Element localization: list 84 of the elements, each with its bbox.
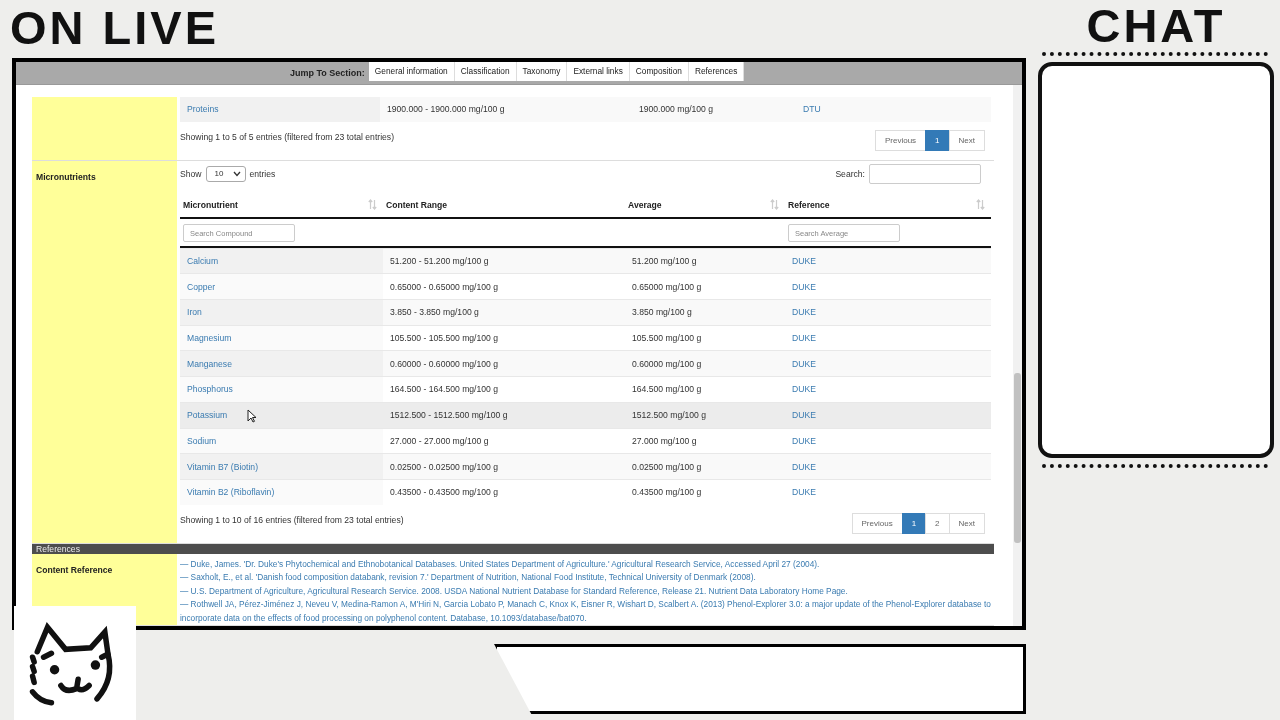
column-header[interactable]: Average xyxy=(625,192,785,217)
entries-label: entries xyxy=(249,168,276,179)
table-cell: 3.850 mg/100 g xyxy=(632,307,692,318)
table-info: Showing 1 to 10 of 16 entries (filtered from 23 total entries) xyxy=(180,514,404,525)
table-cell: 27.000 mg/100 g xyxy=(632,435,697,446)
table-cell: 0.65000 - 0.65000 mg/100 g xyxy=(390,281,498,292)
search-field[interactable] xyxy=(869,163,981,184)
reference-link[interactable]: — Duke, James. 'Dr. Duke's Phytochemical and Ethnobotanical Databases. United States Department of Agriculture.' Agricultural Research Service, Accessed April 27 (2004). xyxy=(180,557,991,572)
section-link[interactable]: Taxonomy xyxy=(516,62,568,81)
reference-link[interactable]: DUKE xyxy=(792,461,816,472)
compound-link[interactable]: Vitamin B7 (Biotin) xyxy=(187,461,258,472)
section-link[interactable]: Composition xyxy=(629,62,689,81)
table-cell: 51.200 - 51.200 mg/100 g xyxy=(390,256,489,267)
table-cell: 3.850 - 3.850 mg/100 g xyxy=(390,307,479,318)
table-cell: 1512.500 - 1512.500 mg/100 g xyxy=(390,410,508,421)
scrollbar-thumb[interactable] xyxy=(1014,373,1021,543)
table-cell: 0.65000 mg/100 g xyxy=(632,281,702,292)
reference-link[interactable]: — U.S. Department of Agriculture, Agricultural Research Service. 2008. USDA National Nutrient Database for Standard Reference, Release 21. Nutrient Data Laboratory Home Page. xyxy=(180,584,991,599)
reference-link[interactable]: — Saxholt, E., et al. 'Danish food composition databank, revision 7.' Department of Nutrition, National Food Institute, Technical University of Denmark (2008). xyxy=(180,571,991,585)
reference-link[interactable]: DUKE xyxy=(792,435,816,446)
column-header[interactable]: Reference xyxy=(785,192,991,217)
table-cell: 0.60000 - 0.60000 mg/100 g xyxy=(390,358,498,369)
page-button[interactable]: 2 xyxy=(925,513,950,535)
compound-link[interactable]: Iron xyxy=(187,307,202,318)
table-cell: 105.500 mg/100 g xyxy=(632,333,702,344)
page-button[interactable]: Previous xyxy=(874,130,927,152)
table-cell: 0.60000 mg/100 g xyxy=(632,358,702,369)
table-cell: 164.500 mg/100 g xyxy=(632,384,702,395)
column-header[interactable]: Micronutrient xyxy=(180,192,383,217)
page-button[interactable]: Previous xyxy=(851,513,903,535)
reference-link[interactable]: DUKE xyxy=(792,358,816,369)
table-cell: 1900.000 - 1900.000 mg/100 g xyxy=(387,104,505,115)
reference-link[interactable]: DUKE xyxy=(792,333,816,344)
section-label: Content Reference xyxy=(36,564,113,575)
cursor-icon xyxy=(247,409,257,423)
section-header: References xyxy=(36,543,80,554)
section-label: Micronutrients xyxy=(36,171,96,182)
chat-title: CHAT xyxy=(1085,0,1227,46)
table-cell: 105.500 - 105.500 mg/100 g xyxy=(390,333,498,344)
table-cell: 1900.000 mg/100 g xyxy=(639,104,714,115)
compound-link[interactable]: Proteins xyxy=(187,104,219,115)
reference-link[interactable]: DTU xyxy=(803,104,821,115)
jump-label: Jump To Section: xyxy=(290,68,365,78)
scrollbar[interactable] xyxy=(1013,85,1022,626)
reference-link[interactable]: — Rothwell JA, Pérez-Jiménez J, Neveu V, Medina-Ramon A, M'Hiri N, Garcia Lobato P, Manach C, Knox K, Eisner R, Wishart D, Scalbert A. (2013) Phenol-Explorer 3.0: a major update of the Phenol-Explorer database to incorporate data on the effects of food processing on polyphenol content. Database, 10.1093/database/bat070. xyxy=(180,598,991,625)
compound-link[interactable]: Magnesium xyxy=(187,333,232,344)
sort-icon[interactable] xyxy=(976,199,985,211)
section-link[interactable]: References xyxy=(688,62,745,81)
table-cell: 27.000 - 27.000 mg/100 g xyxy=(390,435,489,446)
table-cell: 0.02500 - 0.02500 mg/100 g xyxy=(390,461,498,472)
compound-link[interactable]: Sodium xyxy=(187,435,217,446)
reference-link[interactable]: DUKE xyxy=(792,307,816,318)
section-link[interactable]: Classification xyxy=(454,62,517,81)
table-cell: 0.43500 - 0.43500 mg/100 g xyxy=(390,487,498,498)
reference-link[interactable]: DUKE xyxy=(792,384,816,395)
sort-icon[interactable] xyxy=(368,199,377,211)
reference-link[interactable]: DUKE xyxy=(792,256,816,267)
search-label: Search: xyxy=(835,168,865,179)
on-live-title: ON LIVE xyxy=(9,0,221,56)
caret-icon xyxy=(232,170,241,177)
compound-link[interactable]: Manganese xyxy=(187,358,232,369)
compound-link[interactable]: Vitamin B2 (Riboflavin) xyxy=(187,487,275,498)
show-label: Show xyxy=(180,168,202,179)
compound-link[interactable]: Calcium xyxy=(187,256,219,267)
table-cell: 51.200 mg/100 g xyxy=(632,256,697,267)
compound-link[interactable]: Copper xyxy=(187,281,216,292)
page-button[interactable]: Next xyxy=(948,130,985,152)
reference-link[interactable]: DUKE xyxy=(792,410,816,421)
column-header[interactable]: Content Range xyxy=(383,192,625,217)
page-button[interactable]: 1 xyxy=(925,130,950,152)
reference-link[interactable]: DUKE xyxy=(792,281,816,292)
table-cell: 0.43500 mg/100 g xyxy=(632,487,702,498)
table-info: Showing 1 to 5 of 5 entries (filtered from 23 total entries) xyxy=(180,131,394,142)
reference-link[interactable]: DUKE xyxy=(792,487,816,498)
entries-select[interactable]: 10 xyxy=(205,165,246,182)
table-cell: 164.500 - 164.500 mg/100 g xyxy=(390,384,498,395)
sort-icon[interactable] xyxy=(770,199,779,211)
section-link[interactable]: External links xyxy=(567,62,630,81)
table-cell: 0.02500 mg/100 g xyxy=(632,461,702,472)
page-button[interactable]: Next xyxy=(948,513,985,535)
compound-link[interactable]: Phosphorus xyxy=(187,384,233,395)
compound-link[interactable]: Potassium xyxy=(187,410,228,421)
section-link[interactable]: General information xyxy=(368,62,455,81)
table-cell: 1512.500 mg/100 g xyxy=(632,410,707,421)
